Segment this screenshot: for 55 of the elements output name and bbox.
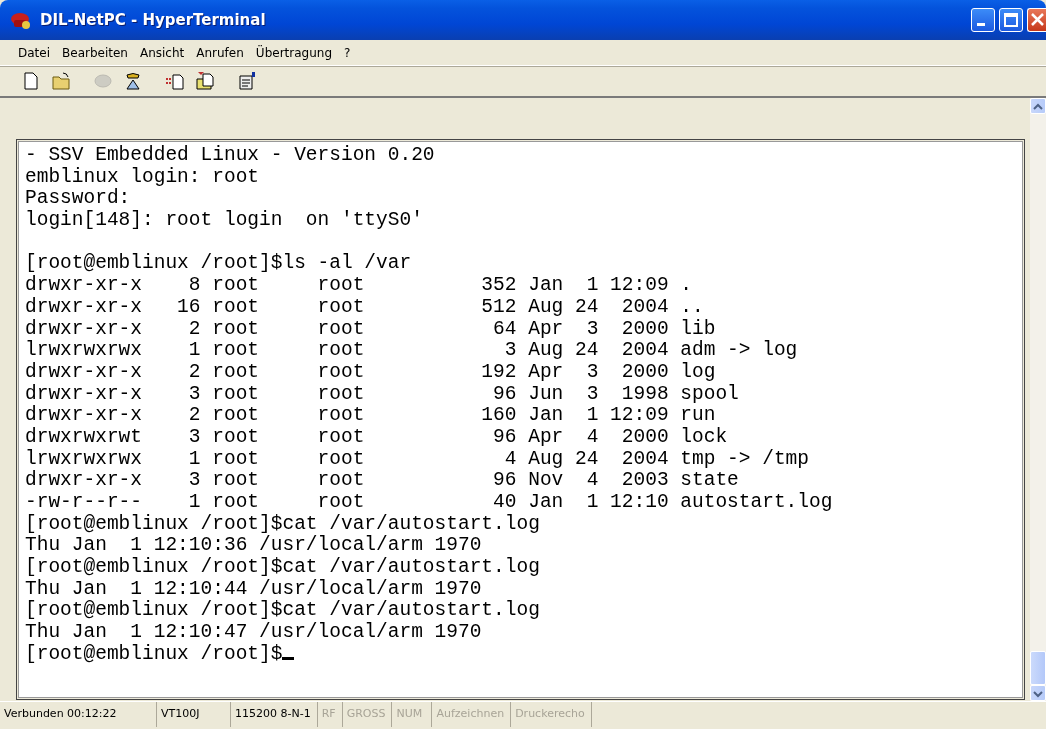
- folder-icon: [51, 71, 71, 91]
- terminal-line: Thu Jan 1 12:10:47 /usr/local/arm 1970: [25, 621, 482, 644]
- terminal-line: login[148]: root login on 'ttyS0': [25, 209, 423, 232]
- terminal-line: emblinux login: root: [25, 165, 260, 188]
- terminal-line: drwxr-xr-x 3 root root 96 Nov 4 2003 state: [25, 469, 739, 492]
- terminal-line: drwxr-xr-x 2 root root 160 Jan 1 12:09 run: [25, 404, 716, 427]
- status-field: Verbunden 00:12:22: [0, 702, 157, 727]
- scroll-up-button[interactable]: [1030, 98, 1046, 114]
- menu-item[interactable]: Ansicht: [133, 43, 191, 62]
- folder-icon: [195, 71, 215, 91]
- terminal-line: [root@emblinux /root]$: [25, 642, 283, 665]
- terminal-line: [root@emblinux /root]$ls -al /var: [25, 252, 412, 275]
- terminal-line: drwxr-xr-x 2 root root 64 Apr 3 2000 lib: [25, 317, 716, 340]
- status-field: Aufzeichnen: [432, 702, 512, 727]
- menu-item[interactable]: ?: [338, 43, 357, 62]
- telephone-icon: [93, 71, 113, 91]
- phone-icon: [10, 10, 32, 30]
- window-title: DIL-NetPC - HyperTerminal: [40, 9, 266, 31]
- status-field: VT100J: [157, 702, 231, 727]
- terminal-line: Thu Jan 1 12:10:44 /usr/local/arm 1970: [25, 577, 482, 600]
- terminal-line: lrwxrwxrwx 1 root root 4 Aug 24 2004 tmp -> /tmp: [25, 447, 810, 470]
- status-field: 115200 8-N-1: [231, 702, 318, 727]
- telephone-icon: [123, 71, 143, 91]
- document-icon: [21, 71, 41, 91]
- close-icon: [1030, 13, 1044, 27]
- minimize-button[interactable]: [971, 8, 995, 32]
- menu-item[interactable]: Übertragung: [249, 43, 338, 62]
- close-button[interactable]: [1027, 8, 1046, 32]
- maximize-icon: [1004, 12, 1018, 27]
- terminal-line: - SSV Embedded Linux - Version 0.20: [25, 144, 435, 166]
- terminal-line: lrwxrwxrwx 1 root root 3 Aug 24 2004 adm -> log: [25, 339, 798, 362]
- properties-icon: [237, 71, 257, 91]
- status-field: RF: [317, 702, 343, 727]
- menu-item[interactable]: Bearbeiten: [56, 43, 134, 62]
- status-field: NUM: [392, 702, 433, 727]
- terminal-line: drwxrwxrwt 3 root root 96 Apr 4 2000 lock: [25, 425, 728, 448]
- terminal-line: Password:: [25, 187, 131, 210]
- terminal-line: drwxr-xr-x 16 root root 512 Aug 24 2004 ..: [25, 295, 704, 318]
- terminal-line: drwxr-xr-x 2 root root 192 Apr 3 2000 log: [25, 360, 716, 383]
- terminal-line: drwxr-xr-x 8 root root 352 Jan 1 12:09 .: [25, 274, 692, 297]
- status-field: GROSS: [342, 702, 393, 727]
- terminal-line: [root@emblinux /root]$cat /var/autostart.log: [25, 556, 540, 579]
- terminal-line: Thu Jan 1 12:10:36 /usr/local/arm 1970: [25, 534, 482, 557]
- scroll-thumb[interactable]: [1030, 651, 1046, 685]
- status-field: Druckerecho: [511, 702, 592, 727]
- terminal-line: [root@emblinux /root]$cat /var/autostart.log: [25, 599, 540, 622]
- minimize-icon: [977, 23, 985, 27]
- scroll-down-button[interactable]: [1030, 685, 1046, 701]
- terminal-line: [root@emblinux /root]$cat /var/autostart.log: [25, 512, 540, 535]
- maximize-button[interactable]: [999, 8, 1023, 32]
- terminal-line: drwxr-xr-x 3 root root 96 Jun 3 1998 spool: [25, 382, 739, 405]
- terminal-line: -rw-r--r-- 1 root root 40 Jan 1 12:10 autostart.log: [25, 491, 833, 513]
- menu-item[interactable]: Anrufen: [190, 43, 250, 62]
- menu-item[interactable]: Datei: [12, 43, 56, 62]
- document-icon: [165, 71, 185, 91]
